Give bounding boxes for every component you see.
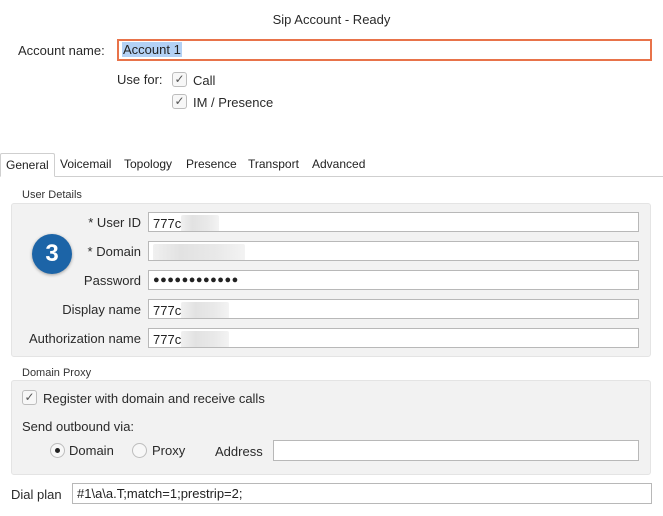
im-presence-checkbox-label: IM / Presence [193, 95, 274, 110]
password-value: ●●●●●●●●●●●● [153, 274, 239, 286]
dial-plan-label: Dial plan [11, 487, 62, 502]
check-icon: ✓ [24, 390, 35, 404]
address-input[interactable] [273, 440, 639, 461]
check-icon: ✓ [174, 72, 185, 86]
tab-presence[interactable]: Presence [181, 153, 242, 177]
display-name-input[interactable]: 777c [148, 299, 639, 319]
domain-label: * Domain [87, 244, 141, 259]
display-name-value: 777c [153, 303, 182, 318]
check-icon: ✓ [174, 94, 185, 108]
tab-transport[interactable]: Transport [243, 153, 304, 177]
authorization-name-input[interactable]: 777c [148, 328, 639, 348]
proxy-radio[interactable] [132, 443, 147, 458]
proxy-radio-label: Proxy [152, 443, 186, 458]
account-name-value: Account 1 [122, 42, 182, 57]
display-name-label: Display name [62, 302, 141, 317]
tab-general[interactable]: General [0, 153, 55, 177]
redacted-blur [181, 302, 230, 318]
tab-bar: General Voicemail Topology Presence Tran… [0, 153, 663, 177]
user-details-title: User Details [22, 189, 82, 201]
user-id-input[interactable]: 777c [148, 212, 639, 232]
password-input[interactable]: ●●●●●●●●●●●● [148, 270, 639, 290]
register-checkbox[interactable]: ✓ [22, 390, 37, 405]
tab-voicemail[interactable]: Voicemail [55, 153, 116, 177]
im-presence-checkbox[interactable]: ✓ [172, 94, 187, 109]
domain-radio[interactable] [50, 443, 65, 458]
send-outbound-label: Send outbound via: [22, 419, 135, 434]
dial-plan-value: #1\a\a.T;match=1;prestrip=2; [77, 486, 243, 501]
account-name-label: Account name: [18, 43, 105, 58]
user-id-value: 777c [153, 216, 182, 231]
authorization-name-label: Authorization name [28, 331, 141, 346]
redacted-blur [181, 331, 230, 347]
authorization-name-value: 777c [153, 332, 182, 347]
domain-input[interactable] [148, 241, 639, 261]
call-checkbox[interactable]: ✓ [172, 72, 187, 87]
user-id-label: * User ID [88, 215, 141, 230]
password-label: Password [83, 273, 141, 288]
use-for-label: Use for: [117, 72, 163, 87]
call-checkbox-label: Call [193, 73, 216, 88]
domain-radio-label: Domain [69, 443, 114, 458]
address-label: Address [215, 444, 263, 459]
redacted-blur [181, 215, 220, 231]
register-checkbox-label: Register with domain and receive calls [43, 391, 265, 406]
domain-proxy-title: Domain Proxy [22, 367, 92, 379]
window-title: Sip Account - Ready [272, 12, 391, 27]
redacted-blur [153, 244, 245, 260]
tab-topology[interactable]: Topology [119, 153, 177, 177]
tab-advanced[interactable]: Advanced [307, 153, 370, 177]
dial-plan-input[interactable]: #1\a\a.T;match=1;prestrip=2; [72, 483, 652, 504]
account-name-input[interactable]: Account 1 [117, 39, 652, 61]
